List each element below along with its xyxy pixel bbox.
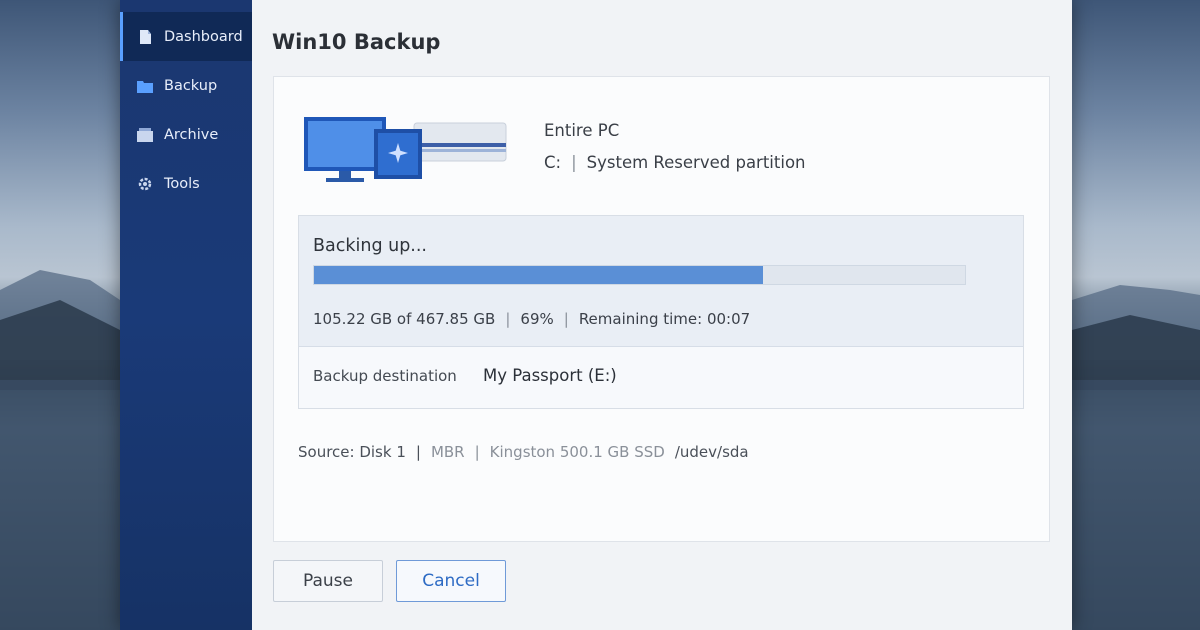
sidebar-item-dashboard[interactable]: Dashboard (120, 12, 252, 61)
sidebar-item-label: Archive (164, 126, 219, 143)
progress-bar (313, 265, 966, 285)
sidebar-item-tools[interactable]: Tools (120, 159, 252, 208)
disk-model: Kingston 500.1 GB SSD (489, 443, 665, 461)
separator: | (571, 153, 577, 172)
device-path: /udev/sda (674, 443, 749, 461)
source-partition: System Reserved partition (586, 153, 806, 172)
processed-size: 105.22 GB of 467.85 GB (313, 310, 496, 328)
dashboard-icon (136, 28, 154, 46)
cancel-button[interactable]: Cancel (396, 560, 506, 602)
sidebar: Dashboard Backup Archive Tools (120, 0, 252, 630)
app-window: Dashboard Backup Archive Tools Win10 Bac… (120, 0, 1072, 630)
archive-icon (136, 126, 154, 144)
pause-button[interactable]: Pause (273, 560, 383, 602)
separator: | (415, 443, 421, 461)
page-title: Win10 Backup (272, 30, 441, 54)
remaining-time: Remaining time: 00:07 (578, 310, 751, 328)
source-partitions: C: | System Reserved partition (544, 153, 806, 172)
source-drive: C: (544, 153, 562, 172)
separator: | (505, 310, 511, 328)
sidebar-item-label: Dashboard (164, 28, 243, 45)
destination-value: My Passport (E:) (483, 366, 617, 385)
gear-icon (136, 175, 154, 193)
sidebar-item-backup[interactable]: Backup (120, 61, 252, 110)
progress-stats: 105.22 GB of 467.85 GB | 69% | Remaining… (313, 310, 750, 328)
destination-row: Backup destination My Passport (E:) (313, 366, 617, 385)
folder-icon (136, 77, 154, 95)
separator: | (563, 310, 569, 328)
status-label: Backing up... (313, 236, 427, 256)
percent-text: 69% (520, 310, 554, 328)
pc-to-drive-illustration (304, 113, 509, 193)
source-title: Entire PC (544, 121, 620, 140)
source-disk: Source: Disk 1 (298, 443, 406, 461)
partition-scheme: MBR (430, 443, 465, 461)
backup-panel: Entire PC C: | System Reserved partition… (273, 76, 1050, 542)
sidebar-item-label: Tools (164, 175, 200, 192)
progress-bar-fill (314, 266, 764, 284)
sidebar-item-archive[interactable]: Archive (120, 110, 252, 159)
progress-section: Backing up... 105.22 GB of 467.85 GB | 6… (299, 216, 1023, 347)
separator: | (474, 443, 480, 461)
progress-box: Backing up... 105.22 GB of 467.85 GB | 6… (298, 215, 1024, 409)
destination-label: Backup destination (313, 366, 457, 385)
main-content: Win10 Backup Entire PC C: | System Reser… (252, 0, 1072, 630)
sidebar-item-label: Backup (164, 77, 218, 94)
source-info: Source: Disk 1 | MBR | Kingston 500.1 GB… (298, 443, 749, 461)
